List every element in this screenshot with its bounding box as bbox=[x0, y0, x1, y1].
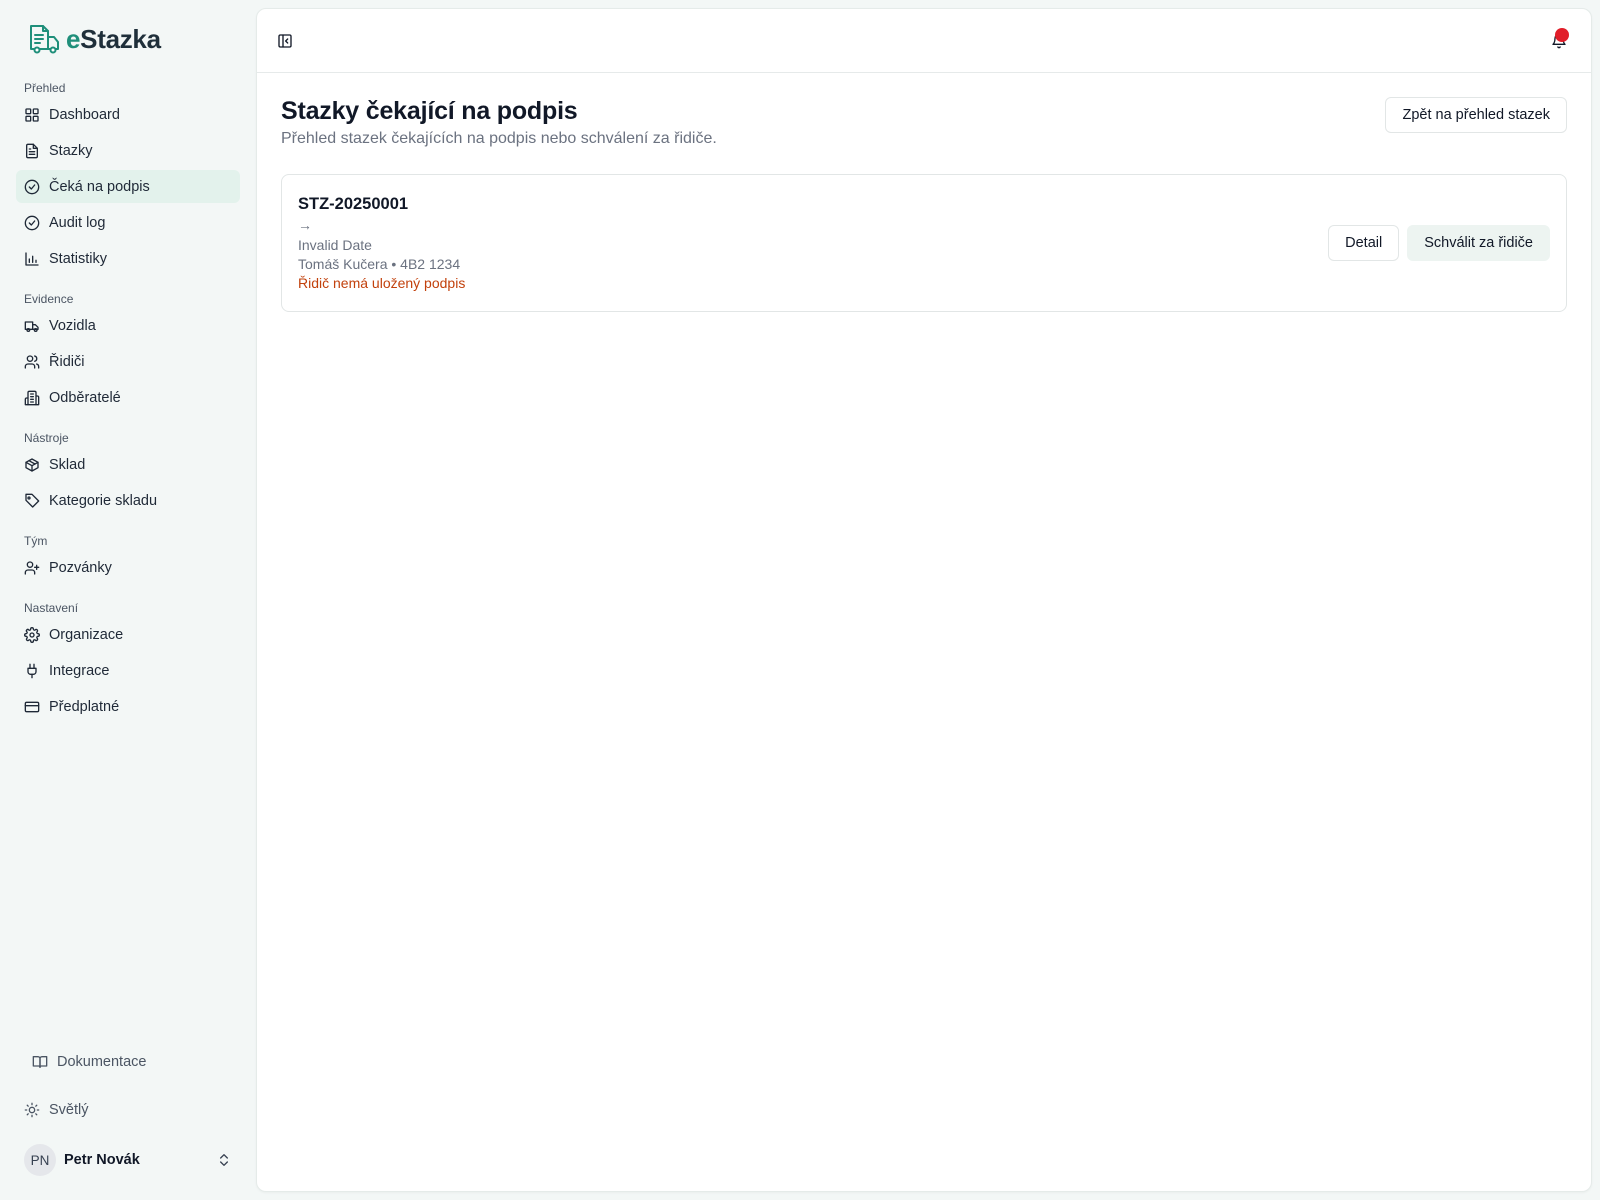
card-date: Invalid Date bbox=[298, 237, 372, 253]
pending-list: STZ-20250001 → Invalid Date Tomáš Kučera • … bbox=[281, 174, 1567, 312]
sun-icon bbox=[24, 1102, 40, 1118]
sidebar-item-ridici[interactable]: Řidiči bbox=[16, 345, 240, 378]
sidebar-item-statistiky[interactable]: Statistiky bbox=[16, 242, 240, 275]
sidebar-item-label: Předplatné bbox=[49, 698, 120, 715]
sidebar-item-audit-log[interactable]: Audit log bbox=[16, 206, 240, 239]
page-subtitle: Přehled stazek čekajících na podpis nebo… bbox=[281, 130, 717, 147]
sidebar-item-label: Organizace bbox=[49, 626, 124, 643]
sidebar-item-label: Pozvánky bbox=[49, 559, 112, 576]
documentation-link[interactable]: Dokumentace bbox=[16, 1046, 240, 1078]
avatar: PN bbox=[24, 1144, 56, 1176]
nav-group-label: Tým bbox=[24, 534, 48, 548]
sidebar-item-kategorie-skladu[interactable]: Kategorie skladu bbox=[16, 484, 240, 517]
page-content: Stazky čekající na podpis Přehled stazek… bbox=[257, 73, 1591, 336]
nav-group-nastaveni: Nastavení Organizace Integrace Předplatné bbox=[16, 598, 240, 723]
nav-group-tym: Tým Pozvánky bbox=[16, 531, 240, 584]
pending-card: STZ-20250001 → Invalid Date Tomáš Kučera • … bbox=[281, 174, 1567, 312]
truck-document-logo-icon bbox=[26, 21, 62, 57]
sidebar-item-vozidla[interactable]: Vozidla bbox=[16, 309, 240, 342]
main-panel: Stazky čekající na podpis Přehled stazek… bbox=[256, 8, 1592, 1192]
sidebar-item-label: Statistiky bbox=[49, 250, 108, 267]
card-driver: Tomáš Kučera • 4B2 1234 bbox=[298, 256, 461, 272]
gear-icon bbox=[24, 626, 40, 643]
tag-icon bbox=[25, 493, 40, 508]
panel-left-icon bbox=[278, 34, 292, 48]
sidebar: eStazka Přehled Dashboard Stazky Čeká na po… bbox=[0, 0, 256, 1200]
topbar bbox=[257, 9, 1591, 73]
approve-for-driver-button[interactable]: Schválit za řidiče bbox=[1407, 225, 1550, 261]
building-icon bbox=[24, 390, 40, 405]
nav-group-label: Nástroje bbox=[24, 431, 69, 445]
sidebar-item-pozvanky[interactable]: Pozvánky bbox=[16, 551, 240, 584]
sidebar-item-label: Sklad bbox=[49, 456, 86, 473]
bar-chart-icon bbox=[25, 251, 39, 266]
sidebar-item-stazky[interactable]: Stazky bbox=[16, 134, 240, 167]
plug-icon bbox=[27, 663, 37, 678]
back-to-overview-button[interactable]: Zpět na přehled stazek bbox=[1385, 97, 1567, 133]
brand[interactable]: eStazka bbox=[16, 0, 240, 78]
notifications-button[interactable] bbox=[1543, 25, 1575, 57]
truck-icon bbox=[24, 320, 39, 332]
users-icon bbox=[24, 354, 40, 369]
user-name: Petr Novák bbox=[64, 1152, 140, 1168]
nav-group-label: Evidence bbox=[24, 292, 74, 306]
detail-button[interactable]: Detail bbox=[1328, 225, 1400, 261]
card-actions: Detail Schválit za řidiče bbox=[1328, 225, 1550, 261]
sidebar-item-predplatne[interactable]: Předplatné bbox=[16, 690, 240, 723]
nav-group-prehled: Přehled Dashboard Stazky Čeká na podpis Audi… bbox=[16, 78, 240, 275]
page-header: Stazky čekající na podpis Přehled stazek… bbox=[281, 97, 1567, 148]
chevrons-up-down-icon bbox=[220, 1154, 228, 1166]
theme-label: Světlý bbox=[49, 1102, 89, 1118]
brand-name: eStazka bbox=[66, 23, 161, 54]
card-id: STZ-20250001 bbox=[298, 195, 409, 213]
sidebar-item-ceka-na-podpis[interactable]: Čeká na podpis bbox=[16, 170, 240, 203]
user-plus-icon bbox=[24, 560, 40, 575]
sidebar-item-label: Řidiči bbox=[49, 353, 85, 370]
book-icon bbox=[32, 1056, 48, 1068]
sidebar-item-label: Kategorie skladu bbox=[49, 492, 158, 509]
toggle-sidebar-button[interactable] bbox=[269, 25, 301, 57]
nav-group-label: Přehled bbox=[24, 81, 66, 95]
sidebar-item-label: Dashboard bbox=[49, 106, 120, 123]
check-circle-icon bbox=[24, 215, 40, 230]
documentation-label: Dokumentace bbox=[57, 1054, 147, 1070]
sidebar-item-sklad[interactable]: Sklad bbox=[16, 448, 240, 481]
document-icon bbox=[26, 143, 38, 158]
card-route: → bbox=[298, 217, 312, 233]
sidebar-footer: Dokumentace Světlý PN Petr Novák bbox=[16, 1046, 240, 1180]
sidebar-item-label: Audit log bbox=[49, 214, 106, 231]
credit-card-icon bbox=[24, 701, 40, 712]
sidebar-item-label: Odběratelé bbox=[49, 389, 121, 406]
sidebar-item-label: Stazky bbox=[49, 142, 93, 159]
dashboard-icon bbox=[25, 107, 39, 122]
sidebar-item-odberatele[interactable]: Odběratelé bbox=[16, 381, 240, 414]
package-icon bbox=[25, 457, 39, 472]
card-warning: Řidič nemá uložený podpis bbox=[298, 275, 466, 291]
nav-group-evidence: Evidence Vozidla Řidiči Odběratelé bbox=[16, 289, 240, 414]
sidebar-nav: Přehled Dashboard Stazky Čeká na podpis Audi… bbox=[16, 78, 240, 723]
sidebar-item-integrace[interactable]: Integrace bbox=[16, 654, 240, 687]
sidebar-item-label: Vozidla bbox=[49, 317, 96, 334]
sidebar-item-dashboard[interactable]: Dashboard bbox=[16, 98, 240, 131]
nav-group-label: Nastavení bbox=[24, 601, 79, 615]
sidebar-item-label: Integrace bbox=[49, 662, 110, 679]
check-circle-icon bbox=[24, 179, 40, 194]
sidebar-item-organizace[interactable]: Organizace bbox=[16, 618, 240, 651]
card-info: STZ-20250001 → Invalid Date Tomáš Kučera • … bbox=[298, 195, 465, 291]
theme-toggle[interactable]: Světlý bbox=[16, 1094, 240, 1126]
notification-badge bbox=[1555, 28, 1569, 42]
sidebar-item-label: Čeká na podpis bbox=[49, 178, 150, 195]
nav-group-nastroje: Nástroje Sklad Kategorie skladu bbox=[16, 428, 240, 517]
user-menu[interactable]: PN Petr Novák bbox=[16, 1140, 240, 1180]
page-title: Stazky čekající na podpis bbox=[281, 97, 578, 125]
